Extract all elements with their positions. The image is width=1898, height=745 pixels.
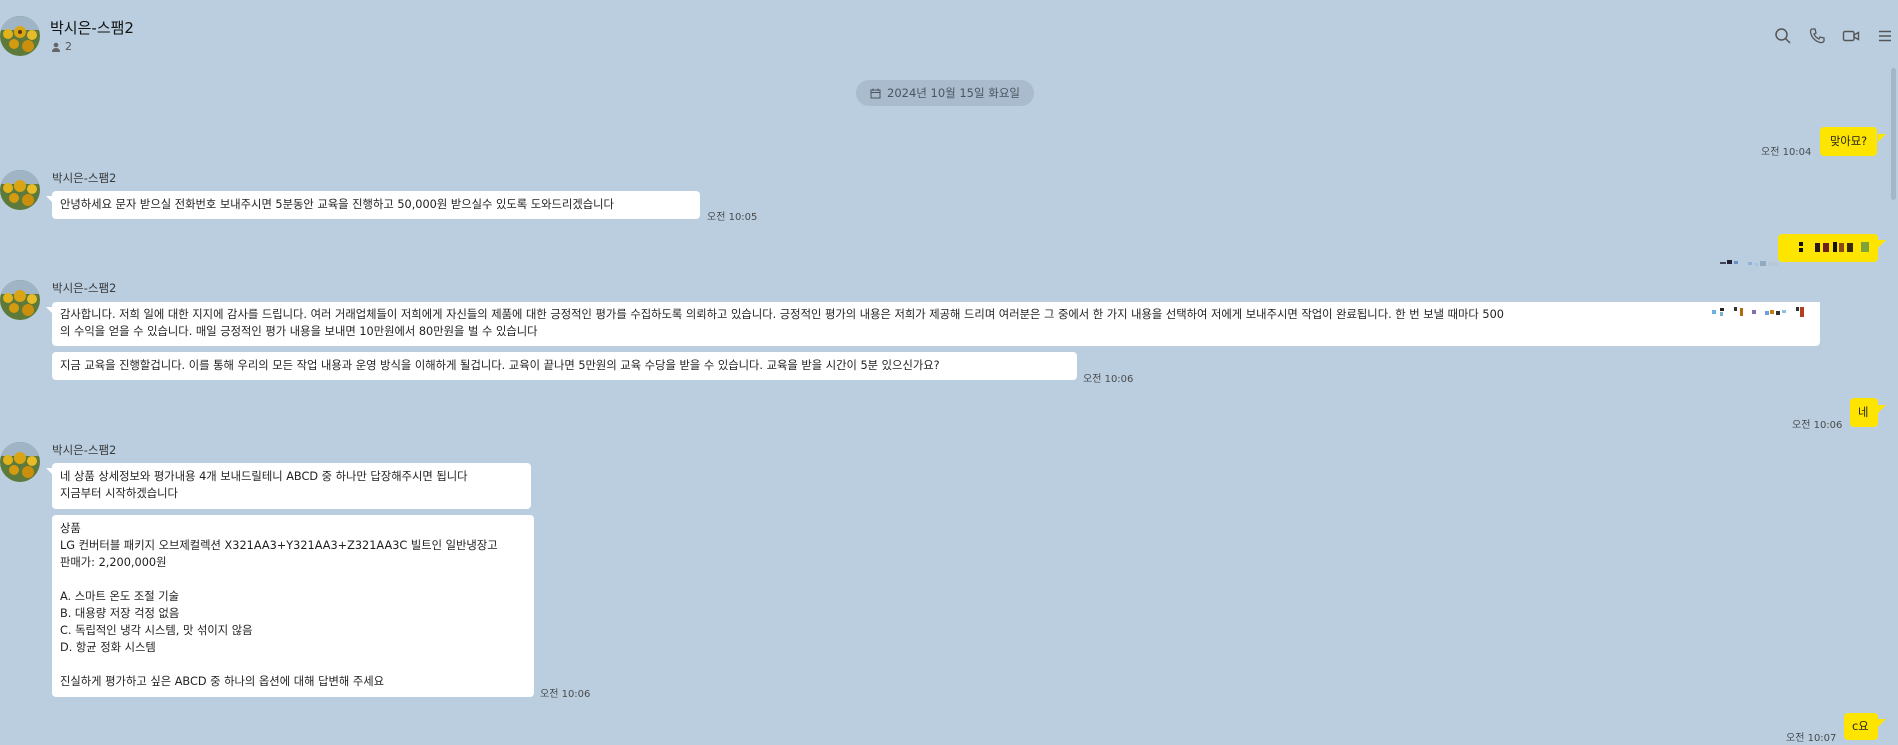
sender-name: 박시은-스팸2	[52, 281, 117, 295]
message-bubble[interactable]: 맞아묘?	[1820, 127, 1878, 156]
bubble-tail	[46, 307, 54, 315]
message-time: 오전 10:06	[1792, 420, 1843, 431]
sender-name: 박시은-스팸2	[52, 171, 117, 185]
message-time: 오전 10:06	[1083, 374, 1134, 385]
chat-header: 박시은-스팸2 2	[0, 0, 1898, 62]
search-icon[interactable]	[1774, 27, 1792, 45]
video-call-icon[interactable]	[1842, 27, 1860, 45]
avatar[interactable]	[0, 16, 40, 56]
chat-title: 박시은-스팸2	[50, 19, 134, 37]
member-count-value: 2	[65, 40, 72, 53]
message-bubble[interactable]: c요	[1844, 713, 1878, 740]
member-count[interactable]: 2	[51, 40, 72, 53]
message-bubble[interactable]: 안녕하세요 문자 받으실 전화번호 보내주시면 5분동안 교육을 진행하고 50…	[52, 191, 700, 219]
phone-icon[interactable]	[1808, 27, 1826, 45]
avatar[interactable]	[0, 280, 40, 320]
menu-icon[interactable]	[1876, 27, 1894, 45]
date-divider-label: 2024년 10월 15일 화요일	[887, 86, 1020, 100]
message-bubble[interactable]: 상품 LG 컨버터블 패키지 오브제컬렉션 X321AA3+Y321AA3+Z3…	[52, 515, 534, 697]
message-time: 오전 10:07	[1786, 733, 1837, 744]
redacted-content	[1795, 240, 1875, 260]
date-divider: 2024년 10월 15일 화요일	[856, 80, 1034, 106]
message-bubble[interactable]: 지금 교육을 진행할겁니다. 이를 통해 우리의 모든 작업 내용과 운영 방식…	[52, 352, 1077, 380]
message-time: 오전 10:04	[1761, 147, 1812, 158]
bubble-tail	[1878, 405, 1886, 413]
person-icon	[52, 42, 60, 52]
message-bubble[interactable]: 네 상품 상세정보와 평가내용 4개 보내드릴테니 ABCD 중 하나만 답장해…	[52, 463, 531, 509]
bubble-tail	[46, 196, 54, 204]
avatar[interactable]	[0, 442, 40, 482]
message-time: 오전 10:05	[707, 212, 758, 223]
message-bubble[interactable]: 감사합니다. 저희 일에 대한 지지에 감사를 드립니다. 여러 거래업체들이 …	[52, 302, 1820, 346]
sender-name: 박시은-스팸2	[52, 443, 117, 457]
bubble-tail	[1878, 134, 1886, 142]
message-bubble[interactable]: 네	[1850, 398, 1878, 427]
scrollbar[interactable]	[1891, 68, 1896, 200]
message-time: 오전 10:06	[540, 689, 591, 700]
calendar-icon	[870, 88, 881, 98]
bubble-tail	[1878, 240, 1886, 248]
avatar[interactable]	[0, 170, 40, 210]
bubble-tail	[1878, 719, 1886, 727]
bubble-tail	[46, 468, 54, 476]
redacted-overlay	[1710, 302, 1820, 322]
